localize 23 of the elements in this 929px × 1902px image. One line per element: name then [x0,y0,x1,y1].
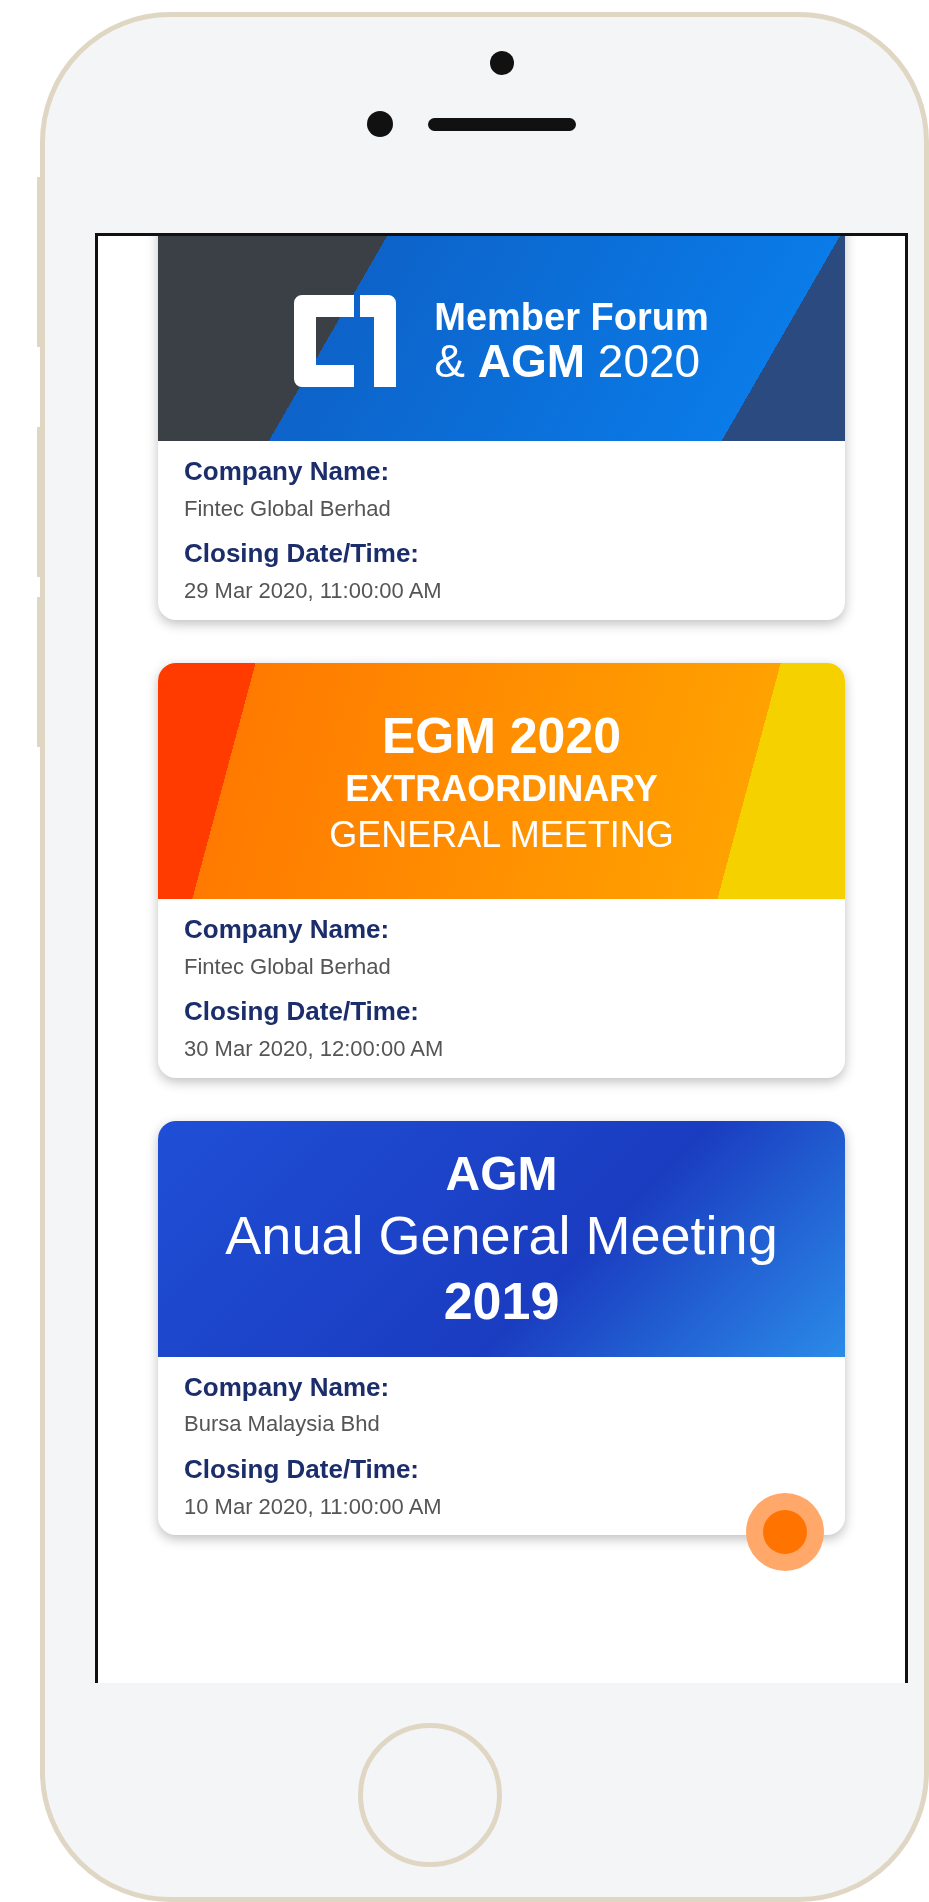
field-value: 30 Mar 2020, 12:00:00 AM [184,1034,445,1063]
field-label: Closing Date/Time: [184,1452,420,1486]
banner-title: & AGM 2020 [434,338,702,384]
event-card[interactable]: Member Forum & AGM 2020 Company Name: Fintec Global Berhad Closing Date/Time: 29 Mar 2020, 11:00:00 AM [158,236,845,620]
field-value: 10 Mar 2020, 11:00:00 AM [184,1492,443,1521]
field-value: 29 Mar 2020, 11:00:00 AM [184,577,443,606]
field-label: Company Name: [184,455,391,488]
field-value: Fintec Global Berhad [184,952,392,981]
field-value: Bursa Malaysia Bhd [184,1410,381,1439]
banner-title: GENERAL MEETING [329,812,674,856]
field-label: Company Name: [184,1370,391,1404]
banner-title: AGM [445,1145,558,1202]
banner-title: Member Forum [434,298,709,336]
banner-title: 2019 [443,1270,560,1332]
banner-title: EGM 2020 [382,706,621,766]
event-card[interactable]: AGM Anual General Meeting 2019 Company Name: Bursa Malaysia Bhd Closing Date/Time: 10 Mar 2020, 11:00:00 AM [158,1120,845,1536]
field-label: Closing Date/Time: [184,537,420,571]
field-label: Closing Date/Time: [184,995,420,1029]
field-value: Fintec Global Berhad [184,494,392,523]
banner-title: EXTRAORDINARY [345,766,658,811]
field-label: Company Name: [184,912,391,946]
banner-title: Anual General Meeting [225,1204,778,1268]
event-card[interactable]: EGM 2020 EXTRAORDINARY GENERAL MEETING Company Name: Fintec Global Berhad Closing Date/Time: 30 Mar 2020, 12:00:00 AM [158,662,845,1078]
